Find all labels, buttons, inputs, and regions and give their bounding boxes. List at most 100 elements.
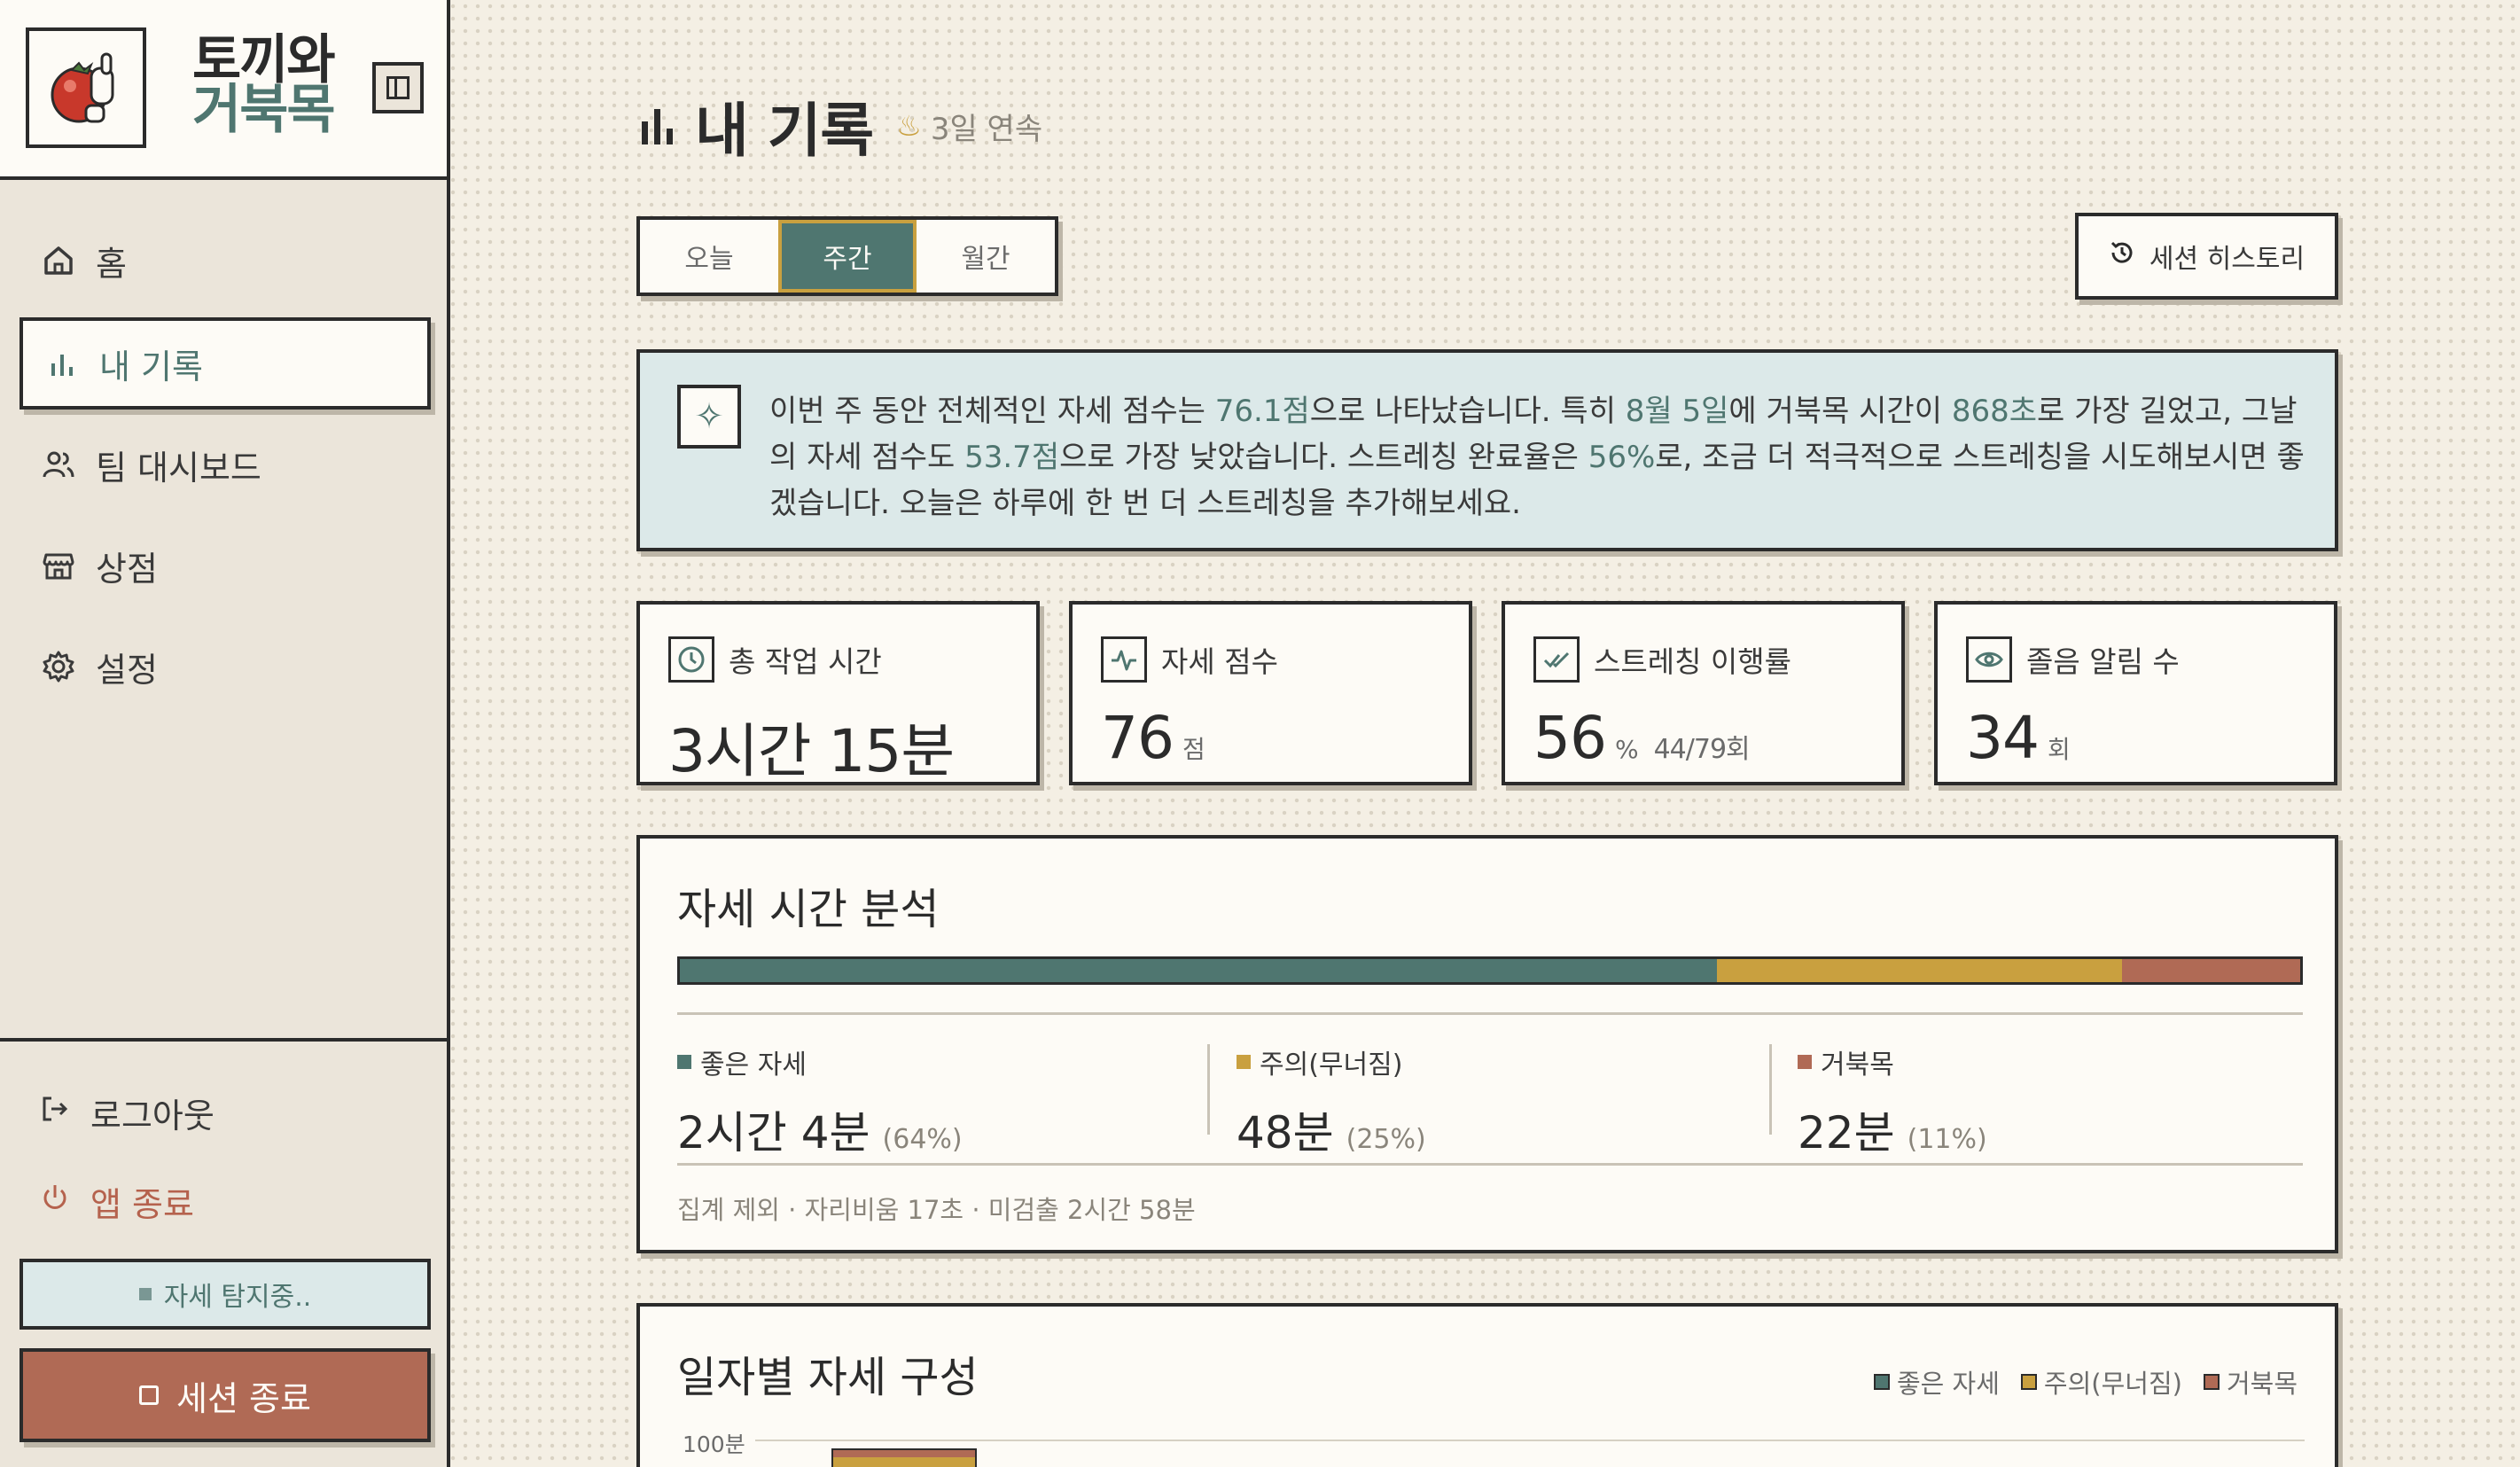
app-logo xyxy=(26,27,146,148)
segment-good: 좋은 자세 2시간 4분 (64%) xyxy=(677,1042,963,1161)
sidebar-toggle-button[interactable] xyxy=(372,62,424,113)
legend-swatch-good xyxy=(677,1055,691,1069)
streak-badge: ♨ 3일 연속 xyxy=(896,105,1042,148)
logout-button[interactable]: 로그아웃 xyxy=(39,1089,215,1137)
stat-value: 3시간 15분 xyxy=(668,717,955,785)
bar-segment-good xyxy=(680,959,1717,982)
segment-pct: (25%) xyxy=(1346,1124,1426,1155)
flame-icon: ♨ xyxy=(896,109,922,143)
tab-weekly[interactable]: 주간 xyxy=(778,220,917,293)
eye-icon xyxy=(1966,636,2012,683)
insight-text: 이번 주 동안 전체적인 자세 점수는 76.1점으로 나타났습니다. 특히 8… xyxy=(769,394,2305,521)
divider xyxy=(1207,1044,1210,1135)
legend-item-bad: 거북목 xyxy=(2203,1363,2298,1401)
excluded-summary: 집계 제외 · 자리비움 17초 · 미검출 2시간 58분 xyxy=(677,1195,1196,1225)
sidebar-item-team-dashboard[interactable]: 팀 대시보드 xyxy=(20,418,431,511)
pulse-icon xyxy=(1101,636,1147,683)
bar-segment-bad xyxy=(2121,959,2300,982)
gridline xyxy=(755,1440,2305,1441)
sidebar-item-my-records[interactable]: 내 기록 xyxy=(20,317,431,410)
power-icon xyxy=(39,1182,71,1221)
segment-warn: 주의(무너짐) 48분 (25%) xyxy=(1237,1042,1426,1161)
stat-card-work-time: 총 작업 시간 3시간 15분 xyxy=(636,601,1040,785)
bar-chart-icon xyxy=(638,104,677,148)
sidebar-item-label: 내 기록 xyxy=(99,347,203,386)
legend-swatch-warn xyxy=(1237,1055,1251,1069)
stat-label: 총 작업 시간 xyxy=(729,644,882,679)
y-axis-tick: 100분 xyxy=(683,1432,745,1457)
detection-status-text: 자세 탐지중.. xyxy=(163,1282,312,1313)
posture-time-analysis: 자세 시간 분석 좋은 자세 2시간 4분 (64%) 주의(무너짐) 48분 (2… xyxy=(636,835,2338,1253)
legend-item-good: 좋은 자세 xyxy=(1873,1363,2000,1401)
logout-label: 로그아웃 xyxy=(90,1096,215,1135)
section-title: 일자별 자세 구성 xyxy=(677,1353,979,1402)
stat-label: 자세 점수 xyxy=(1161,644,1278,679)
segment-bad: 거북목 22분 (11%) xyxy=(1798,1042,1987,1161)
store-icon xyxy=(41,548,76,583)
stat-card-drowsy-alerts: 졸음 알림 수 34 회 xyxy=(1934,601,2337,785)
status-square-icon xyxy=(138,1288,152,1300)
divider xyxy=(1769,1044,1772,1135)
app-title-line2: 거북목 xyxy=(192,79,336,141)
history-icon xyxy=(2109,239,2135,273)
tab-today[interactable]: 오늘 xyxy=(640,220,778,293)
stat-unit: 회 xyxy=(2047,735,2071,764)
day-bar xyxy=(831,1448,977,1467)
bar-segment-warn xyxy=(1716,959,2122,982)
stat-card-stretching-rate: 스트레칭 이행률 56% 44/79회 xyxy=(1502,601,1905,785)
end-session-label: 세션 종료 xyxy=(176,1378,311,1418)
sidebar-item-label: 상점 xyxy=(96,549,158,589)
end-session-button[interactable]: 세션 종료 xyxy=(20,1348,431,1442)
sidebar: 토끼와 거북목 홈 내 기록 팀 대시보드 상점 설정 로그아웃 앱 종료 자세… xyxy=(0,0,450,1467)
streak-text: 3일 연속 xyxy=(930,111,1043,147)
bar-chart-icon xyxy=(44,346,80,381)
stat-label: 졸음 알림 수 xyxy=(2026,644,2180,679)
segment-label: 주의(무너짐) xyxy=(1260,1050,1403,1081)
divider xyxy=(677,1163,2303,1166)
stat-value: 34 xyxy=(1966,704,2040,772)
stat-label: 스트레칭 이행률 xyxy=(1594,644,1792,679)
tab-monthly[interactable]: 월간 xyxy=(917,220,1055,293)
page-header: 내 기록 ♨ 3일 연속 xyxy=(638,83,1042,168)
period-tabs: 오늘 주간 월간 xyxy=(636,216,1058,296)
logo-area: 토끼와 거북목 xyxy=(0,0,447,180)
stat-unit: % xyxy=(1614,735,1639,764)
stat-card-posture-score: 자세 점수 76 점 xyxy=(1069,601,1472,785)
day-bar-bad xyxy=(831,1448,977,1457)
legend-item-warn: 주의(무너짐) xyxy=(2020,1363,2182,1401)
sidebar-item-label: 팀 대시보드 xyxy=(96,448,261,488)
app-title-line1: 토끼와 xyxy=(192,29,336,91)
segment-label: 좋은 자세 xyxy=(700,1050,807,1081)
detection-status: 자세 탐지중.. xyxy=(20,1259,431,1330)
segment-value: 48분 xyxy=(1237,1107,1334,1159)
users-icon xyxy=(41,447,76,482)
sidebar-item-label: 설정 xyxy=(96,650,158,690)
sidebar-item-home[interactable]: 홈 xyxy=(20,215,431,307)
sidebar-item-settings[interactable]: 설정 xyxy=(20,620,431,713)
session-history-label: 세션 히스토리 xyxy=(2149,244,2305,275)
day-bar-warn xyxy=(831,1457,977,1467)
stat-sub: 44/79회 xyxy=(1653,734,1751,765)
check-icon xyxy=(1533,636,1580,683)
logout-icon xyxy=(39,1093,71,1133)
stat-value: 76 xyxy=(1101,704,1174,772)
sidebar-divider xyxy=(0,1038,450,1042)
segment-pct: (11%) xyxy=(1907,1124,1987,1155)
app-title: 토끼와 거북목 xyxy=(192,29,336,141)
stop-icon xyxy=(139,1385,160,1405)
sparkle-icon: ✧ xyxy=(677,385,741,449)
sidebar-item-label: 홈 xyxy=(96,244,127,284)
clock-icon xyxy=(668,636,714,683)
section-title: 자세 시간 분석 xyxy=(677,885,940,934)
quit-app-button[interactable]: 앱 종료 xyxy=(39,1177,194,1226)
session-history-button[interactable]: 세션 히스토리 xyxy=(2075,213,2338,300)
daily-posture-composition: 일자별 자세 구성 좋은 자세 주의(무너짐) 거북목 100분 xyxy=(636,1303,2338,1467)
legend-swatch-bad xyxy=(1798,1055,1812,1069)
divider xyxy=(677,1012,2303,1015)
segment-label: 거북목 xyxy=(1821,1050,1894,1081)
sidebar-item-store[interactable]: 상점 xyxy=(20,519,431,612)
chart-legend: 좋은 자세 주의(무너짐) 거북목 xyxy=(1853,1363,2298,1401)
posture-ratio-bar xyxy=(677,956,2303,985)
stat-value: 56 xyxy=(1533,704,1607,772)
segment-value: 2시간 4분 xyxy=(677,1107,870,1159)
